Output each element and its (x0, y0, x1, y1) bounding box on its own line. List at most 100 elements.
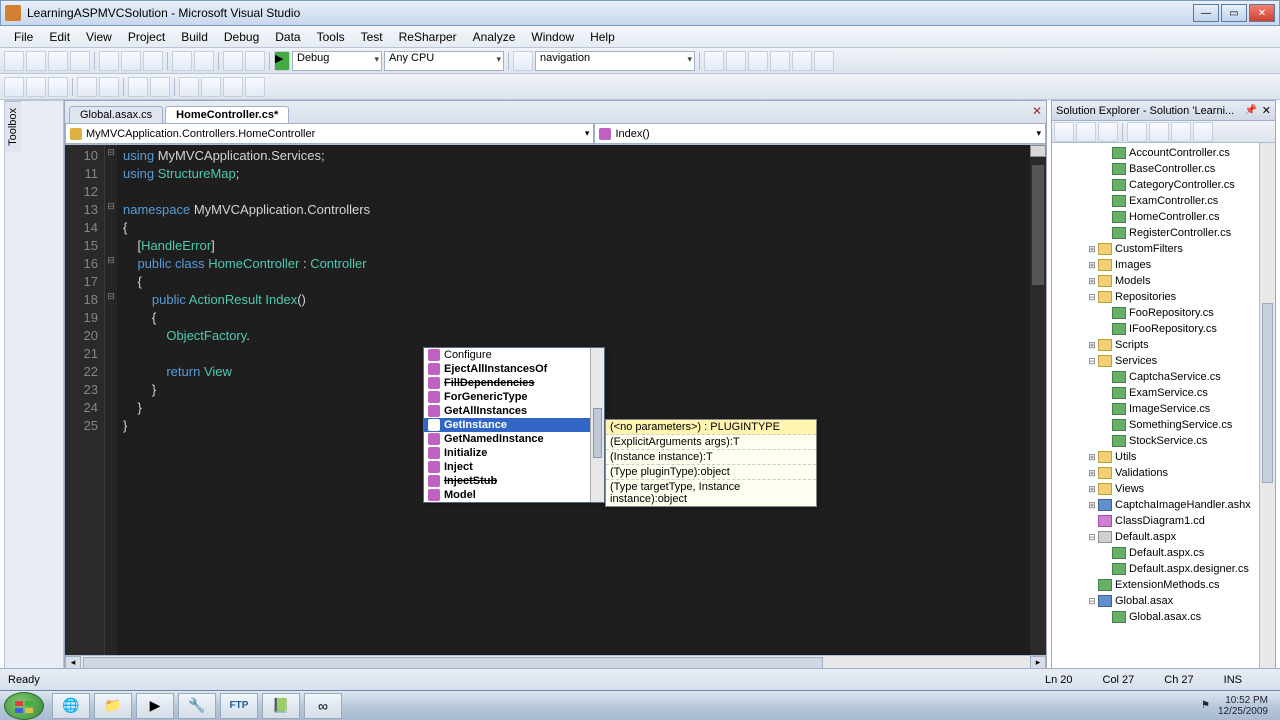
intellisense-scrollbar[interactable] (590, 348, 604, 502)
expander-icon[interactable]: ⊟ (1086, 532, 1098, 543)
format-btn-3[interactable] (48, 77, 68, 97)
menu-edit[interactable]: Edit (41, 30, 78, 44)
code-editor[interactable]: 10111213141516171819202122232425 ⊟⊟⊟⊟ us… (65, 145, 1046, 655)
sln-close-icon[interactable]: ✕ (1262, 104, 1271, 117)
expander-icon[interactable]: ⊟ (1086, 356, 1098, 367)
intellisense-item[interactable]: InjectStub (424, 474, 604, 488)
tree-node[interactable]: Default.aspx.designer.cs (1052, 561, 1275, 577)
format-btn-1[interactable] (4, 77, 24, 97)
tree-node[interactable]: ⊞Scripts (1052, 337, 1275, 353)
tree-node[interactable]: CategoryController.cs (1052, 177, 1275, 193)
save-button[interactable] (48, 51, 68, 71)
tree-node[interactable]: ⊞Models (1052, 273, 1275, 289)
expander-icon[interactable]: ⊟ (1086, 292, 1098, 303)
uncomment-btn[interactable] (150, 77, 170, 97)
sln-explorer-btn[interactable] (704, 51, 724, 71)
comment-btn[interactable] (128, 77, 148, 97)
intellisense-item[interactable]: Configure (424, 348, 604, 362)
tree-node[interactable]: StockService.cs (1052, 433, 1275, 449)
tree-node[interactable]: CaptchaService.cs (1052, 369, 1275, 385)
tree-node[interactable]: ⊞CaptchaImageHandler.ashx (1052, 497, 1275, 513)
platform-combo[interactable]: Any CPU (384, 51, 504, 71)
expander-icon[interactable]: ⊞ (1086, 452, 1098, 463)
tree-node[interactable]: Default.aspx.cs (1052, 545, 1275, 561)
intellisense-item[interactable]: GetNamedInstance (424, 432, 604, 446)
toolbox-tab[interactable]: Toolbox (5, 101, 21, 152)
fold-column[interactable]: ⊟⊟⊟⊟ (105, 145, 117, 655)
menu-view[interactable]: View (78, 30, 120, 44)
close-button[interactable]: ✕ (1249, 4, 1275, 22)
intellisense-item[interactable]: Initialize (424, 446, 604, 460)
tree-node[interactable]: RegisterController.cs (1052, 225, 1275, 241)
tree-node[interactable]: ⊟Repositories (1052, 289, 1275, 305)
object-browser-btn[interactable] (792, 51, 812, 71)
tree-node[interactable]: ⊞Utils (1052, 449, 1275, 465)
intellisense-item[interactable]: EjectAllInstancesOf (424, 362, 604, 376)
menu-data[interactable]: Data (267, 30, 308, 44)
intellisense-item[interactable]: GetInstance (424, 418, 604, 432)
intellisense-item[interactable]: Model (424, 488, 604, 502)
tree-node[interactable]: ⊟Services (1052, 353, 1275, 369)
tree-node[interactable]: ClassDiagram1.cd (1052, 513, 1275, 529)
tree-node[interactable]: ⊞CustomFilters (1052, 241, 1275, 257)
editor-vscroll[interactable] (1030, 145, 1046, 655)
tree-node[interactable]: ExtensionMethods.cs (1052, 577, 1275, 593)
sln-refresh-btn[interactable] (1098, 122, 1118, 142)
member-nav-combo[interactable]: Index() (594, 123, 1046, 144)
tree-node[interactable]: ⊞Validations (1052, 465, 1275, 481)
toolbox-btn[interactable] (748, 51, 768, 71)
sln-vscroll-thumb[interactable] (1262, 303, 1273, 483)
copy-button[interactable] (121, 51, 141, 71)
menu-resharper[interactable]: ReSharper (391, 30, 465, 44)
start-button[interactable] (4, 692, 44, 720)
bookmark-clear-btn[interactable] (245, 77, 265, 97)
tree-node[interactable]: IFooRepository.cs (1052, 321, 1275, 337)
tree-node[interactable]: ⊟Default.aspx (1052, 529, 1275, 545)
pin-icon[interactable]: 📌 (1245, 105, 1257, 116)
tree-node[interactable]: SomethingService.cs (1052, 417, 1275, 433)
task-app1[interactable]: 🔧 (178, 693, 216, 719)
start-debug-button[interactable]: ▶ (274, 51, 290, 71)
expander-icon[interactable]: ⊞ (1086, 244, 1098, 255)
maximize-button[interactable]: ▭ (1221, 4, 1247, 22)
doc-tab[interactable]: Global.asax.cs (69, 106, 163, 123)
redo-button[interactable] (194, 51, 214, 71)
undo-button[interactable] (172, 51, 192, 71)
task-vs[interactable]: ∞ (304, 693, 342, 719)
menu-build[interactable]: Build (173, 30, 216, 44)
menu-file[interactable]: File (6, 30, 41, 44)
nav-fwd-button[interactable] (245, 51, 265, 71)
nav-back-button[interactable] (223, 51, 243, 71)
tree-node[interactable]: AccountController.cs (1052, 145, 1275, 161)
doc-tab[interactable]: HomeController.cs* (165, 106, 289, 123)
sln-copy-btn[interactable] (1171, 122, 1191, 142)
bookmark-btn[interactable] (179, 77, 199, 97)
indent-inc-btn[interactable] (99, 77, 119, 97)
intellisense-item[interactable]: ForGenericType (424, 390, 604, 404)
class-nav-combo[interactable]: MyMVCApplication.Controllers.HomeControl… (65, 123, 594, 144)
find-combo[interactable]: navigation (535, 51, 695, 71)
expander-icon[interactable]: ⊟ (1086, 596, 1098, 607)
tab-close-icon[interactable]: ✕ (1032, 104, 1042, 118)
menu-window[interactable]: Window (523, 30, 582, 44)
task-app2[interactable]: 📗 (262, 693, 300, 719)
save-all-button[interactable] (70, 51, 90, 71)
menu-test[interactable]: Test (353, 30, 391, 44)
expander-icon[interactable]: ⊞ (1086, 276, 1098, 287)
task-media[interactable]: ▶ (136, 693, 174, 719)
format-btn-2[interactable] (26, 77, 46, 97)
config-combo[interactable]: Debug (292, 51, 382, 71)
paste-button[interactable] (143, 51, 163, 71)
sln-properties-btn[interactable] (1054, 122, 1074, 142)
expander-icon[interactable]: ⊞ (1086, 484, 1098, 495)
sln-asp-btn[interactable] (1193, 122, 1213, 142)
expander-icon[interactable]: ⊞ (1086, 468, 1098, 479)
cut-button[interactable] (99, 51, 119, 71)
sln-showall-btn[interactable] (1076, 122, 1096, 142)
class-view-btn[interactable] (770, 51, 790, 71)
bookmark-next-btn[interactable] (223, 77, 243, 97)
intellisense-scroll-thumb[interactable] (593, 408, 602, 458)
new-project-button[interactable] (4, 51, 24, 71)
sln-code-btn[interactable] (1127, 122, 1147, 142)
tree-node[interactable]: HomeController.cs (1052, 209, 1275, 225)
